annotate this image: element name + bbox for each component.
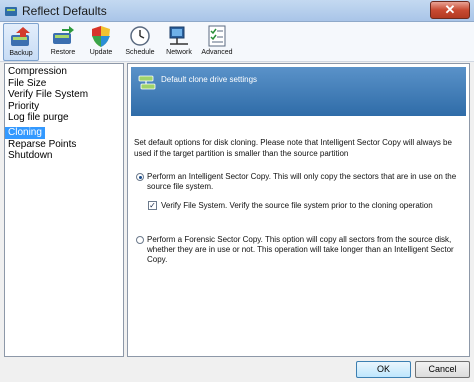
description-text: Set default options for disk cloning. Pl…: [134, 138, 452, 158]
backup-icon: [11, 27, 30, 46]
intelligent-copy-label[interactable]: Perform an Intelligent Sector Copy. This…: [147, 172, 465, 192]
toolbar-label: Advanced: [201, 49, 233, 56]
forensic-copy-radio[interactable]: [136, 236, 144, 244]
sidebar-item-file-size[interactable]: File Size: [5, 78, 123, 90]
app-icon: [5, 7, 17, 16]
sidebar-item-cloning[interactable]: Cloning: [5, 126, 45, 139]
toolbar-advanced-button[interactable]: Advanced: [198, 23, 236, 61]
cancel-button[interactable]: Cancel: [415, 361, 470, 378]
sidebar-item-verify-file-system[interactable]: Verify File System: [5, 89, 123, 101]
sidebar-item-priority[interactable]: Priority: [5, 101, 123, 113]
forensic-copy-label[interactable]: Perform a Forensic Sector Copy. This opt…: [147, 235, 463, 265]
toolbar-schedule-button[interactable]: Schedule: [122, 23, 158, 61]
toolbar-label: Schedule: [125, 49, 155, 56]
toolbar-label: Network: [166, 49, 192, 56]
intelligent-copy-radio[interactable]: [136, 173, 144, 181]
clock-icon: [130, 26, 150, 46]
sidebar-item-log-file-purge[interactable]: Log file purge: [5, 112, 123, 124]
toolbar-network-button[interactable]: Network: [162, 23, 196, 61]
close-button[interactable]: ✕: [430, 1, 470, 19]
settings-panel: Default clone drive settings Set default…: [127, 63, 470, 357]
toolbar-restore-button[interactable]: Restore: [45, 23, 81, 61]
category-list: Compression File Size Verify File System…: [4, 63, 124, 357]
sidebar-item-compression[interactable]: Compression: [5, 66, 123, 78]
toolbar-label: Backup: [9, 50, 33, 57]
network-icon: [169, 26, 188, 45]
checklist-icon: [208, 25, 226, 47]
window-title: Reflect Defaults: [22, 4, 107, 18]
clone-drive-icon: [138, 75, 156, 90]
toolbar-update-button[interactable]: Update: [86, 23, 116, 61]
ok-button[interactable]: OK: [356, 361, 411, 378]
banner-title: Default clone drive settings: [161, 75, 258, 84]
sidebar-item-shutdown[interactable]: Shutdown: [5, 150, 123, 162]
title-bar: Reflect Defaults ✕: [0, 0, 474, 22]
verify-file-system-checkbox[interactable]: ✓: [148, 201, 157, 210]
verify-file-system-label[interactable]: Verify File System. Verify the source fi…: [161, 201, 461, 211]
toolbar-label: Update: [89, 49, 113, 56]
shield-icon: [92, 26, 110, 47]
toolbar: Backup Restore Update Schedule Network A…: [0, 22, 474, 62]
toolbar-label: Restore: [50, 49, 76, 56]
sidebar-item-reparse-points[interactable]: Reparse Points: [5, 139, 123, 151]
settings-banner: Default clone drive settings: [131, 67, 466, 116]
toolbar-backup-button[interactable]: Backup: [3, 23, 39, 61]
restore-icon: [53, 26, 74, 44]
